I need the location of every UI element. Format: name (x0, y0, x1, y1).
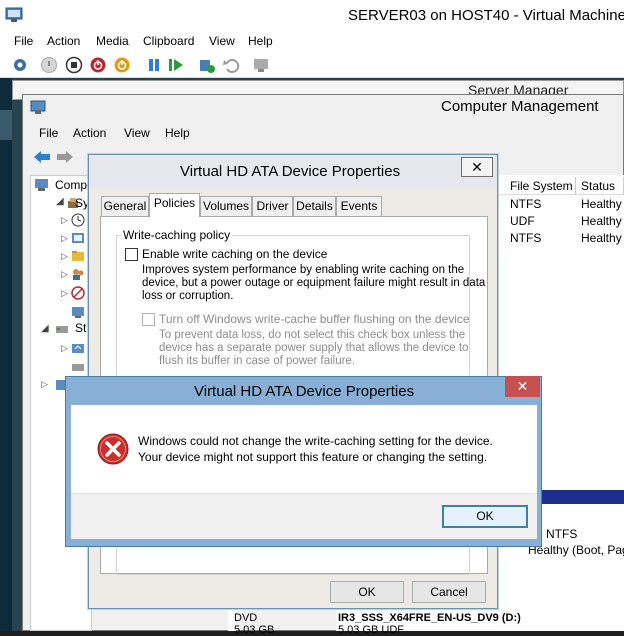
tree-storage-label[interactable]: St (75, 321, 86, 335)
tab-details[interactable]: Details (293, 196, 336, 216)
error-close-button[interactable]: ✕ (505, 376, 540, 397)
disk-management-icon (72, 364, 84, 371)
pause-icon[interactable] (145, 56, 163, 74)
turn-off-desc-line-2: device has a separate power supply that … (159, 342, 469, 354)
tree-expander[interactable]: ▷ (61, 251, 68, 262)
vm-menu-media[interactable]: Media (96, 34, 129, 48)
local-users-icon (73, 269, 84, 280)
vm-menu-clipboard[interactable]: Clipboard (143, 34, 194, 48)
cm-menu-view[interactable]: View (124, 126, 150, 140)
computer-management-icon (30, 100, 46, 114)
row-3-file-system[interactable]: NTFS (510, 231, 541, 245)
tree-expander[interactable]: ▷ (41, 379, 48, 390)
error-dialog-title: Virtual HD ATA Device Properties (194, 383, 415, 400)
forward-arrow-icon[interactable] (56, 149, 74, 165)
tab-driver[interactable]: Driver (252, 196, 293, 216)
ctrl-alt-del-icon[interactable] (11, 56, 29, 74)
properties-title: Virtual HD ATA Device Properties (180, 163, 401, 180)
row-2-file-system[interactable]: UDF (510, 214, 535, 228)
guest-strip-tile (0, 110, 12, 140)
vm-menubar (0, 30, 624, 52)
disk-partition-bar (536, 490, 624, 504)
row-3-status[interactable]: Healthy (581, 231, 622, 245)
dvd-label: DVD (234, 612, 258, 624)
tree-expander[interactable]: ▷ (61, 288, 68, 299)
shared-folders-icon (72, 251, 84, 261)
volume-label[interactable]: IR3_SSS_X64FRE_EN-US_DV9 (D:) (338, 612, 521, 624)
vm-menu-file[interactable]: File (14, 34, 33, 48)
properties-close-button[interactable]: ✕ (461, 157, 493, 177)
windows-backup-icon (72, 344, 84, 353)
tab-volumes[interactable]: Volumes (200, 196, 252, 216)
guest-taskbar-strip (0, 78, 12, 631)
tree-system-label[interactable]: Sy (75, 196, 89, 210)
enable-write-caching-checkbox[interactable] (125, 248, 138, 261)
performance-icon (71, 286, 85, 300)
event-viewer-icon (72, 233, 84, 243)
active-tab-joiner (150, 215, 199, 217)
turn-off-icon[interactable] (65, 56, 83, 74)
error-dialog-body (71, 405, 537, 493)
back-arrow-icon[interactable] (33, 149, 51, 165)
properties-ok-button[interactable]: OK (330, 581, 404, 603)
error-ok-button[interactable]: OK (442, 505, 528, 528)
properties-cancel-button[interactable]: Cancel (412, 581, 486, 603)
vm-window-title: SERVER03 on HOST40 - Virtual Machine C (348, 7, 624, 24)
row-2-status[interactable]: Healthy (581, 214, 622, 228)
computer-tree-icon (35, 179, 48, 191)
tree-expander[interactable]: ▷ (61, 343, 68, 354)
disk-ntfs-line: 3 NTFS (536, 527, 578, 541)
dvd-size: 5.03 GB (234, 624, 275, 636)
enable-write-caching-label[interactable]: Enable write caching on the device (142, 247, 327, 261)
row-1-status[interactable]: Healthy (581, 197, 622, 211)
shut-down-icon[interactable] (89, 56, 107, 74)
tab-events[interactable]: Events (336, 196, 382, 216)
start-icon[interactable] (40, 56, 58, 74)
write-caching-policy-label: Write-caching policy (121, 228, 233, 242)
error-icon (97, 433, 129, 465)
tree-expander-storage[interactable]: ◢ (41, 323, 49, 334)
turn-off-flushing-checkbox[interactable] (142, 313, 155, 326)
tree-expander[interactable]: ▷ (61, 269, 68, 280)
enable-cache-desc-line-2: device, but a power outage or equipment … (142, 277, 486, 289)
tree-expander[interactable]: ▷ (61, 215, 68, 226)
enable-cache-desc-line-1: Improves system performance by enabling … (142, 264, 465, 276)
device-manager-icon (72, 307, 84, 318)
row-1-file-system[interactable]: NTFS (510, 197, 541, 211)
vm-menu-help[interactable]: Help (248, 34, 273, 48)
save-state-icon[interactable] (113, 56, 131, 74)
tab-general[interactable]: General (101, 196, 149, 216)
cm-menu-help[interactable]: Help (165, 126, 190, 140)
tree-expander-system[interactable]: ◢ (56, 196, 64, 207)
resume-icon[interactable] (167, 56, 185, 74)
checkpoint-icon[interactable] (198, 56, 216, 74)
tree-root-label[interactable]: Comp (55, 178, 87, 192)
enhanced-session-icon[interactable] (252, 56, 270, 74)
revert-icon[interactable] (222, 56, 240, 74)
tree-expander[interactable]: ▷ (61, 233, 68, 244)
cm-menu-action[interactable]: Action (73, 126, 106, 140)
vm-menu-view[interactable]: View (209, 34, 235, 48)
cm-menu-file[interactable]: File (39, 126, 58, 140)
turn-off-desc-line-1: To prevent data loss, do not select this… (159, 329, 466, 341)
error-message-line-1: Windows could not change the write-cachi… (138, 434, 493, 448)
disk-healthy-line: Healthy (Boot, Page File (528, 543, 624, 557)
turn-off-flushing-label[interactable]: Turn off Windows write-cache buffer flus… (159, 312, 470, 326)
storage-icon (56, 326, 68, 333)
enable-cache-desc-line-3: loss or corruption. (142, 290, 234, 302)
computer-management-title: Computer Management (441, 98, 599, 115)
column-header-status[interactable]: Status (576, 177, 624, 195)
vm-menu-action[interactable]: Action (47, 34, 80, 48)
vm-window-icon (5, 7, 23, 22)
tab-policies[interactable]: Policies (149, 193, 200, 217)
turn-off-desc-line-3: flush its buffer in case of power failur… (159, 355, 356, 367)
column-header-file-system[interactable]: File System (496, 177, 576, 195)
task-scheduler-icon (71, 213, 85, 227)
volume-detail: 5.03 GB UDF (338, 624, 405, 636)
error-message-line-2: Your device might not support this featu… (138, 450, 488, 464)
